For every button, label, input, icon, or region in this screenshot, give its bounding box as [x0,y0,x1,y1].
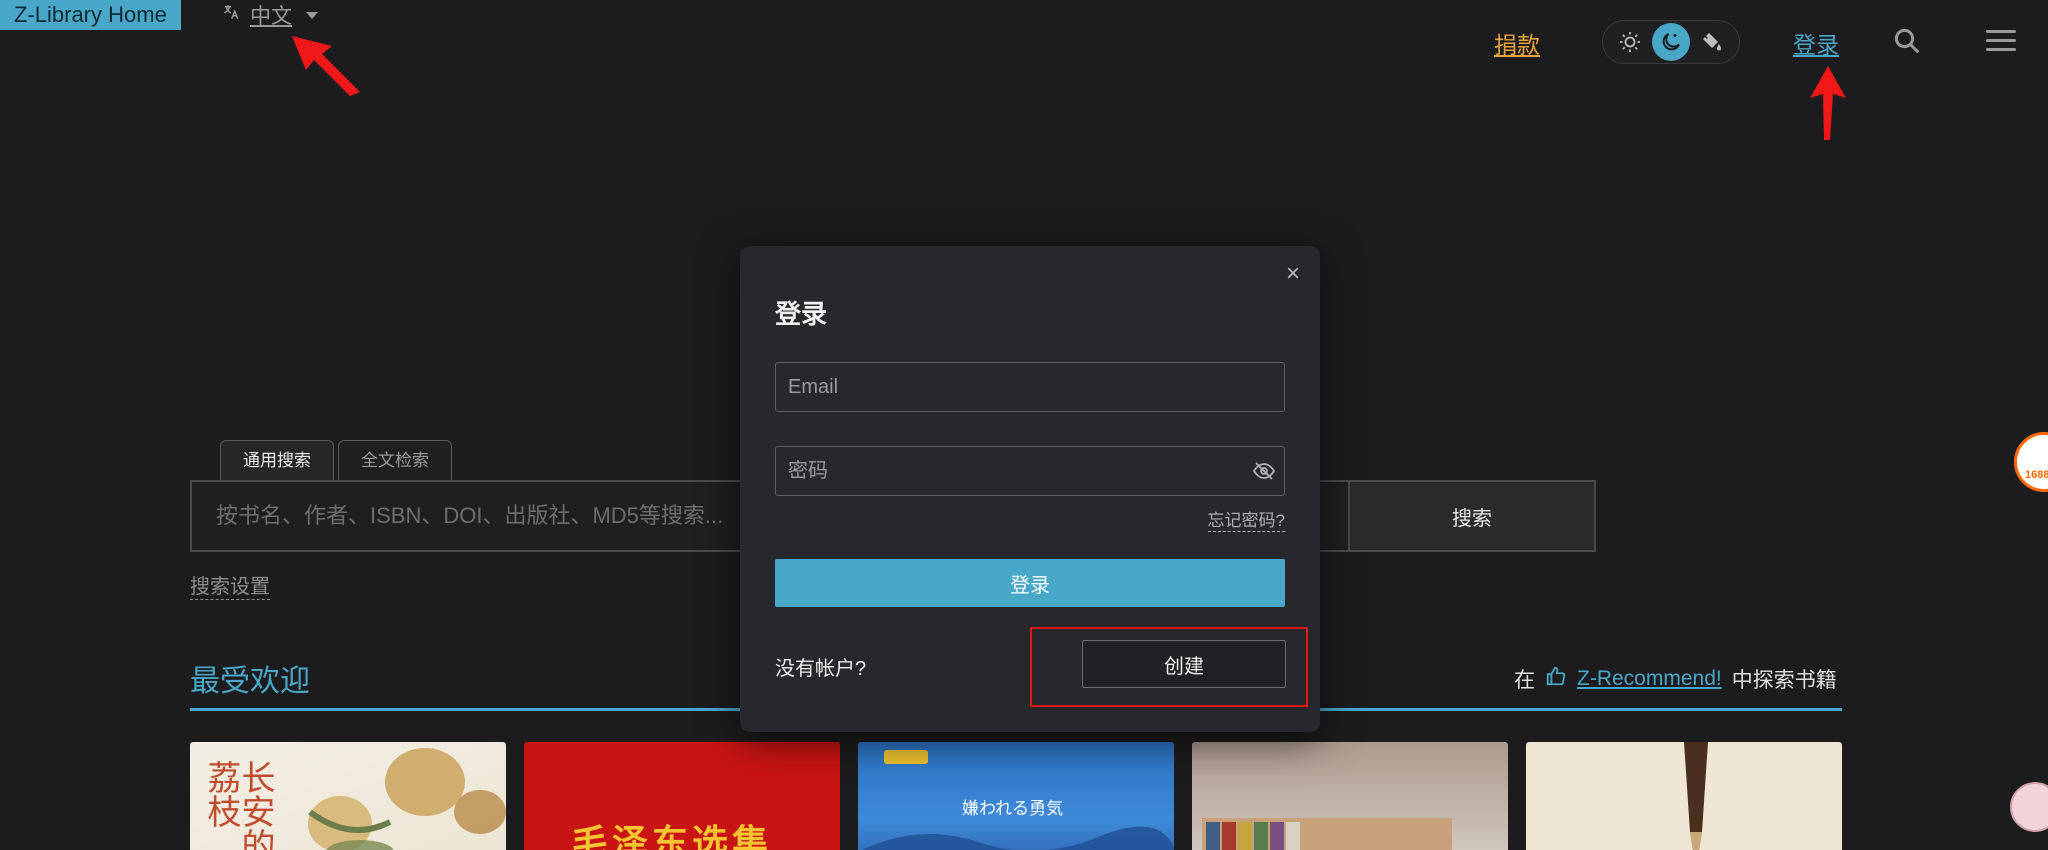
language-label[interactable]: 中文 [250,0,292,30]
search-tabs: 通用搜索 全文检索 [220,440,452,480]
chevron-down-icon[interactable] [306,11,318,19]
floating-translate-icon[interactable] [2010,782,2048,832]
recommend-prefix: 在 [1514,669,1535,692]
create-account-button[interactable]: 创建 [1082,640,1286,688]
recommend-line: 在 Z-Recommend! 中探索书籍 [1514,664,1837,694]
floating-widget-icon[interactable]: 1688 [2014,432,2048,492]
language-selector[interactable]: 中文 [222,2,318,28]
moon-icon[interactable] [1651,23,1690,61]
annotation-arrow-icon [1810,66,1846,140]
book-cover[interactable] [1526,742,1842,850]
z-recommend-link[interactable]: Z-Recommend! [1577,667,1722,691]
tab-general-search[interactable]: 通用搜索 [220,440,334,480]
search-settings-link[interactable]: 搜索设置 [190,570,270,600]
annotation-arrow-icon [292,36,360,96]
thumbs-up-icon [1545,665,1567,693]
paint-bucket-icon[interactable] [1693,23,1731,61]
tab-fulltext-search[interactable]: 全文检索 [338,440,452,480]
book-list: 长安的荔枝 毛泽东选集 嫌われる勇気 [190,742,1842,850]
modal-title: 登录 [775,299,828,329]
search-icon[interactable] [1892,26,1922,61]
hamburger-menu-icon[interactable] [1986,30,2016,57]
book-cover[interactable]: 嫌われる勇気 [858,742,1174,850]
book-cover[interactable]: 毛泽东选集 [524,742,840,850]
theme-switcher[interactable] [1602,20,1740,64]
recommend-suffix: 中探索书籍 [1731,669,1837,692]
translate-icon [222,3,240,27]
no-account-label: 没有帐户? [775,658,867,680]
email-field[interactable] [775,362,1285,412]
login-submit-button[interactable]: 登录 [775,559,1285,607]
book-cover[interactable] [1192,742,1508,850]
section-title: 最受欢迎 [190,665,310,698]
close-icon[interactable]: × [1286,262,1300,286]
donate-link[interactable]: 捐款 [1494,26,1540,60]
password-input[interactable] [776,447,1244,495]
email-input[interactable] [776,363,1284,411]
login-modal: × 登录 忘记密码? 登录 没有帐户? 创建 [740,246,1320,732]
search-button[interactable]: 搜索 [1348,482,1594,550]
home-link[interactable]: Z-Library Home [0,0,181,30]
book-title: 长安的荔枝 [201,760,275,850]
eye-off-icon[interactable] [1244,459,1284,483]
forgot-password-link[interactable]: 忘记密码? [1207,506,1285,532]
sun-icon[interactable] [1611,23,1649,61]
login-link[interactable]: 登录 [1793,26,1839,60]
password-field[interactable] [775,446,1285,496]
book-title: 毛泽东选集 [572,822,773,850]
book-cover[interactable]: 长安的荔枝 [190,742,506,850]
